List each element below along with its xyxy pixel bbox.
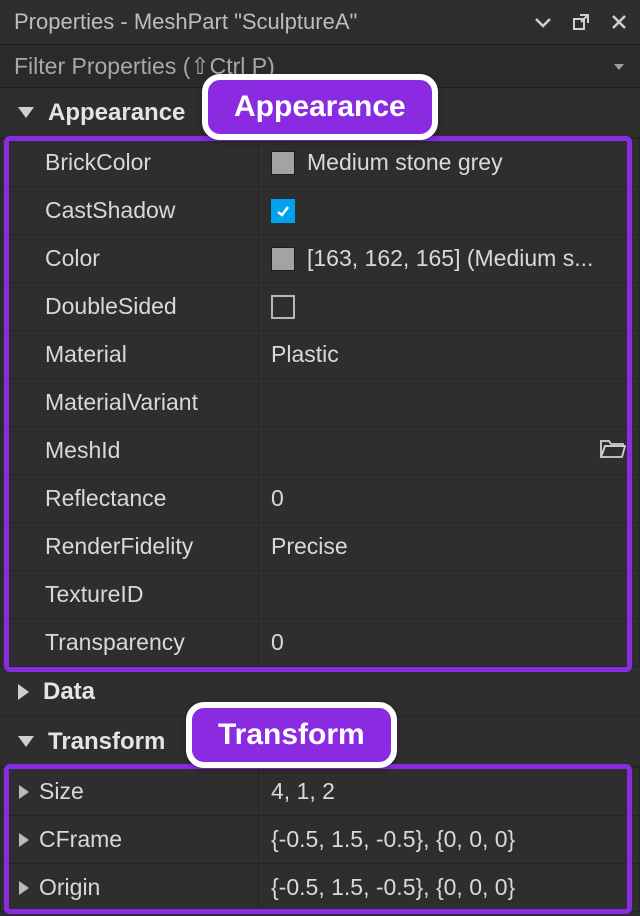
properties-panel: Properties - MeshPart "SculptureA" Filte… (0, 0, 640, 916)
section-label: Transform (48, 728, 165, 756)
popout-icon[interactable] (570, 11, 592, 33)
prop-value: Plastic (271, 341, 339, 367)
section-header-appearance[interactable]: Appearance (0, 88, 640, 138)
prop-value: 0 (271, 485, 284, 511)
prop-label: MeshId (45, 437, 120, 463)
properties-body: Appearance BrickColor Medium stone grey … (0, 88, 640, 912)
prop-value: Medium stone grey (307, 149, 503, 176)
filter-bar[interactable]: Filter Properties (⇧Ctrl P) (0, 44, 640, 88)
prop-label: RenderFidelity (45, 533, 193, 559)
prop-label: TextureID (45, 581, 143, 607)
color-swatch[interactable] (271, 151, 295, 175)
filter-dropdown-icon[interactable] (612, 53, 626, 80)
prop-row-transparency[interactable]: Transparency 0 (1, 619, 640, 667)
prop-value: {-0.5, 1.5, -0.5}, {0, 0, 0} (271, 874, 515, 900)
folder-open-icon[interactable] (599, 437, 627, 465)
prop-label: Material (45, 341, 127, 367)
section-header-transform[interactable]: Transform (0, 717, 640, 767)
prop-value: 0 (271, 629, 284, 655)
prop-row-size[interactable]: Size 4, 1, 2 (1, 768, 640, 816)
prop-row-doublesided[interactable]: DoubleSided (1, 283, 640, 331)
prop-row-castshadow[interactable]: CastShadow (1, 187, 640, 235)
prop-row-cframe[interactable]: CFrame {-0.5, 1.5, -0.5}, {0, 0, 0} (1, 816, 640, 864)
prop-label: CastShadow (45, 197, 175, 223)
prop-row-material[interactable]: Material Plastic (1, 331, 640, 379)
prop-label: Transparency (45, 629, 185, 655)
prop-row-textureid[interactable]: TextureID (1, 571, 640, 619)
prop-label: BrickColor (45, 149, 151, 175)
chevron-down-icon (18, 736, 34, 747)
expand-icon[interactable] (19, 881, 29, 895)
prop-label: CFrame (39, 826, 122, 853)
prop-row-brickcolor[interactable]: BrickColor Medium stone grey (1, 139, 640, 187)
checkbox-unchecked[interactable] (271, 295, 295, 319)
chevron-right-icon (18, 684, 29, 700)
titlebar: Properties - MeshPart "SculptureA" (0, 0, 640, 44)
titlebar-icons (532, 11, 630, 33)
chevron-down-icon (18, 107, 34, 118)
prop-row-materialvariant[interactable]: MaterialVariant (1, 379, 640, 427)
prop-row-color[interactable]: Color [163, 162, 165] (Medium s... (1, 235, 640, 283)
expand-icon[interactable] (19, 833, 29, 847)
prop-label: Color (45, 245, 100, 271)
prop-row-origin[interactable]: Origin {-0.5, 1.5, -0.5}, {0, 0, 0} (1, 864, 640, 912)
prop-label: Size (39, 778, 84, 805)
prop-row-renderfidelity[interactable]: RenderFidelity Precise (1, 523, 640, 571)
close-icon[interactable] (608, 11, 630, 33)
prop-value: Precise (271, 533, 348, 559)
prop-label: Reflectance (45, 485, 166, 511)
appearance-table: BrickColor Medium stone grey CastShadow … (0, 138, 640, 667)
prop-label: Origin (39, 874, 100, 901)
prop-label: DoubleSided (45, 293, 177, 319)
filter-placeholder: Filter Properties (⇧Ctrl P) (14, 53, 612, 80)
section-header-data[interactable]: Data (0, 667, 640, 717)
section-label: Data (43, 678, 95, 706)
prop-row-reflectance[interactable]: Reflectance 0 (1, 475, 640, 523)
transform-table: Size 4, 1, 2 CFrame {-0.5, 1.5, -0.5}, {… (0, 767, 640, 912)
expand-icon[interactable] (19, 785, 29, 799)
color-swatch[interactable] (271, 247, 295, 271)
prop-value: 4, 1, 2 (271, 778, 335, 804)
prop-row-meshid[interactable]: MeshId (1, 427, 640, 475)
checkbox-checked[interactable] (271, 199, 295, 223)
prop-value: {-0.5, 1.5, -0.5}, {0, 0, 0} (271, 826, 515, 852)
prop-label: MaterialVariant (45, 389, 198, 415)
section-label: Appearance (48, 99, 185, 127)
prop-value: [163, 162, 165] (Medium s... (307, 245, 593, 272)
collapse-icon[interactable] (532, 11, 554, 33)
panel-title: Properties - MeshPart "SculptureA" (14, 9, 532, 35)
